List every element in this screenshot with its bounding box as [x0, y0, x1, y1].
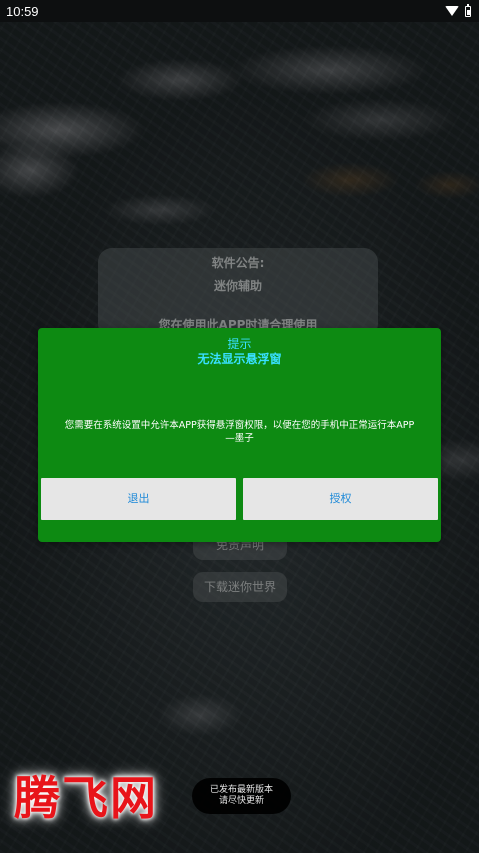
status-bar: 10:59	[0, 0, 479, 22]
dialog-message-signature: —墨子	[225, 433, 254, 444]
dialog-message: 您需要在系统设置中允许本APP获得悬浮窗权限，以便在您的手机中正常运行本APP …	[48, 419, 431, 445]
grant-permission-button[interactable]: 授权	[243, 478, 438, 520]
toast-line: 已发布最新版本	[209, 785, 273, 795]
app-screen: 10:59 软件公告: 迷你辅助 您在使用此APP时请合理使用 免责声明 下载迷…	[0, 0, 479, 853]
dialog-subtitle: 无法显示悬浮窗	[197, 352, 282, 366]
dialog-message-line: 您需要在系统设置中允许本APP获得悬浮窗权限，以便在您的手机中正常运行本APP	[64, 420, 415, 431]
exit-button[interactable]: 退出	[41, 478, 236, 520]
wifi-icon	[445, 6, 459, 16]
battery-icon	[465, 3, 471, 17]
permission-dialog: 提示 无法显示悬浮窗 您需要在系统设置中允许本APP获得悬浮窗权限，以便在您的手…	[38, 328, 441, 542]
status-icons	[445, 3, 471, 17]
update-toast: 已发布最新版本 请尽快更新	[192, 778, 291, 814]
site-watermark: 腾飞网	[14, 771, 158, 825]
status-time: 10:59	[6, 3, 39, 19]
toast-line: 请尽快更新	[218, 796, 264, 806]
